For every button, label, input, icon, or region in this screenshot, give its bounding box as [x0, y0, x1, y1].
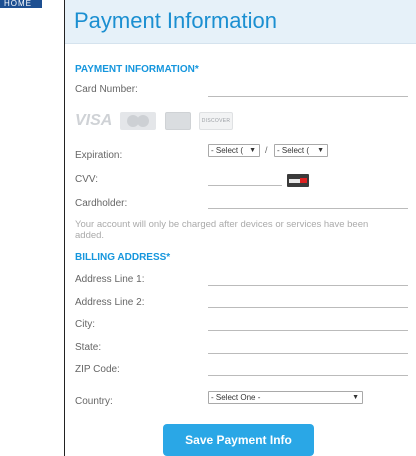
- cardholder-field[interactable]: [208, 208, 408, 209]
- city-label: City:: [75, 319, 95, 330]
- billing-section-title: BILLING ADDRESS*: [75, 252, 171, 263]
- chevron-down-icon: ▼: [352, 394, 359, 401]
- amex-logo: [165, 112, 191, 130]
- card-number-field[interactable]: [208, 96, 408, 97]
- save-payment-button[interactable]: Save Payment Info: [163, 424, 314, 456]
- country-select[interactable]: - Select One - ▼: [208, 391, 363, 404]
- charge-notice: Your account will only be charged after …: [75, 219, 369, 241]
- expiration-separator: /: [265, 145, 268, 155]
- expiration-month-value: - Select (: [211, 146, 244, 155]
- address2-field[interactable]: [208, 307, 408, 308]
- corner-tab[interactable]: HOME: [0, 0, 42, 8]
- expiration-month-select[interactable]: - Select ( ▼: [208, 144, 260, 157]
- cardholder-label: Cardholder:: [75, 198, 128, 209]
- address2-label: Address Line 2:: [75, 297, 145, 308]
- country-label: Country:: [75, 396, 113, 407]
- chevron-down-icon: ▼: [249, 147, 256, 154]
- expiration-year-value: - Select (: [277, 146, 310, 155]
- address1-label: Address Line 1:: [75, 274, 145, 285]
- mastercard-logo: [120, 112, 156, 130]
- cvv-label: CVV:: [75, 174, 98, 185]
- cvv-field[interactable]: [208, 185, 282, 186]
- city-field[interactable]: [208, 330, 408, 331]
- discover-logo: DISCOVER: [199, 112, 233, 130]
- chevron-down-icon: ▼: [317, 147, 324, 154]
- address1-field[interactable]: [208, 285, 408, 286]
- state-label: State:: [75, 342, 102, 353]
- payment-panel: Payment Information PAYMENT INFORMATION*…: [64, 0, 416, 456]
- zip-field[interactable]: [208, 375, 408, 376]
- country-value: - Select One -: [211, 393, 261, 402]
- cvv-card-icon: [287, 174, 309, 187]
- state-field[interactable]: [208, 353, 408, 354]
- card-number-label: Card Number:: [75, 84, 138, 95]
- expiration-label: Expiration:: [75, 150, 123, 161]
- panel-header: Payment Information: [65, 0, 416, 44]
- visa-logo: VISA: [75, 112, 113, 129]
- expiration-year-select[interactable]: - Select ( ▼: [274, 144, 328, 157]
- zip-label: ZIP Code:: [75, 364, 120, 375]
- page-title: Payment Information: [74, 8, 277, 33]
- payment-section-title: PAYMENT INFORMATION*: [75, 64, 199, 75]
